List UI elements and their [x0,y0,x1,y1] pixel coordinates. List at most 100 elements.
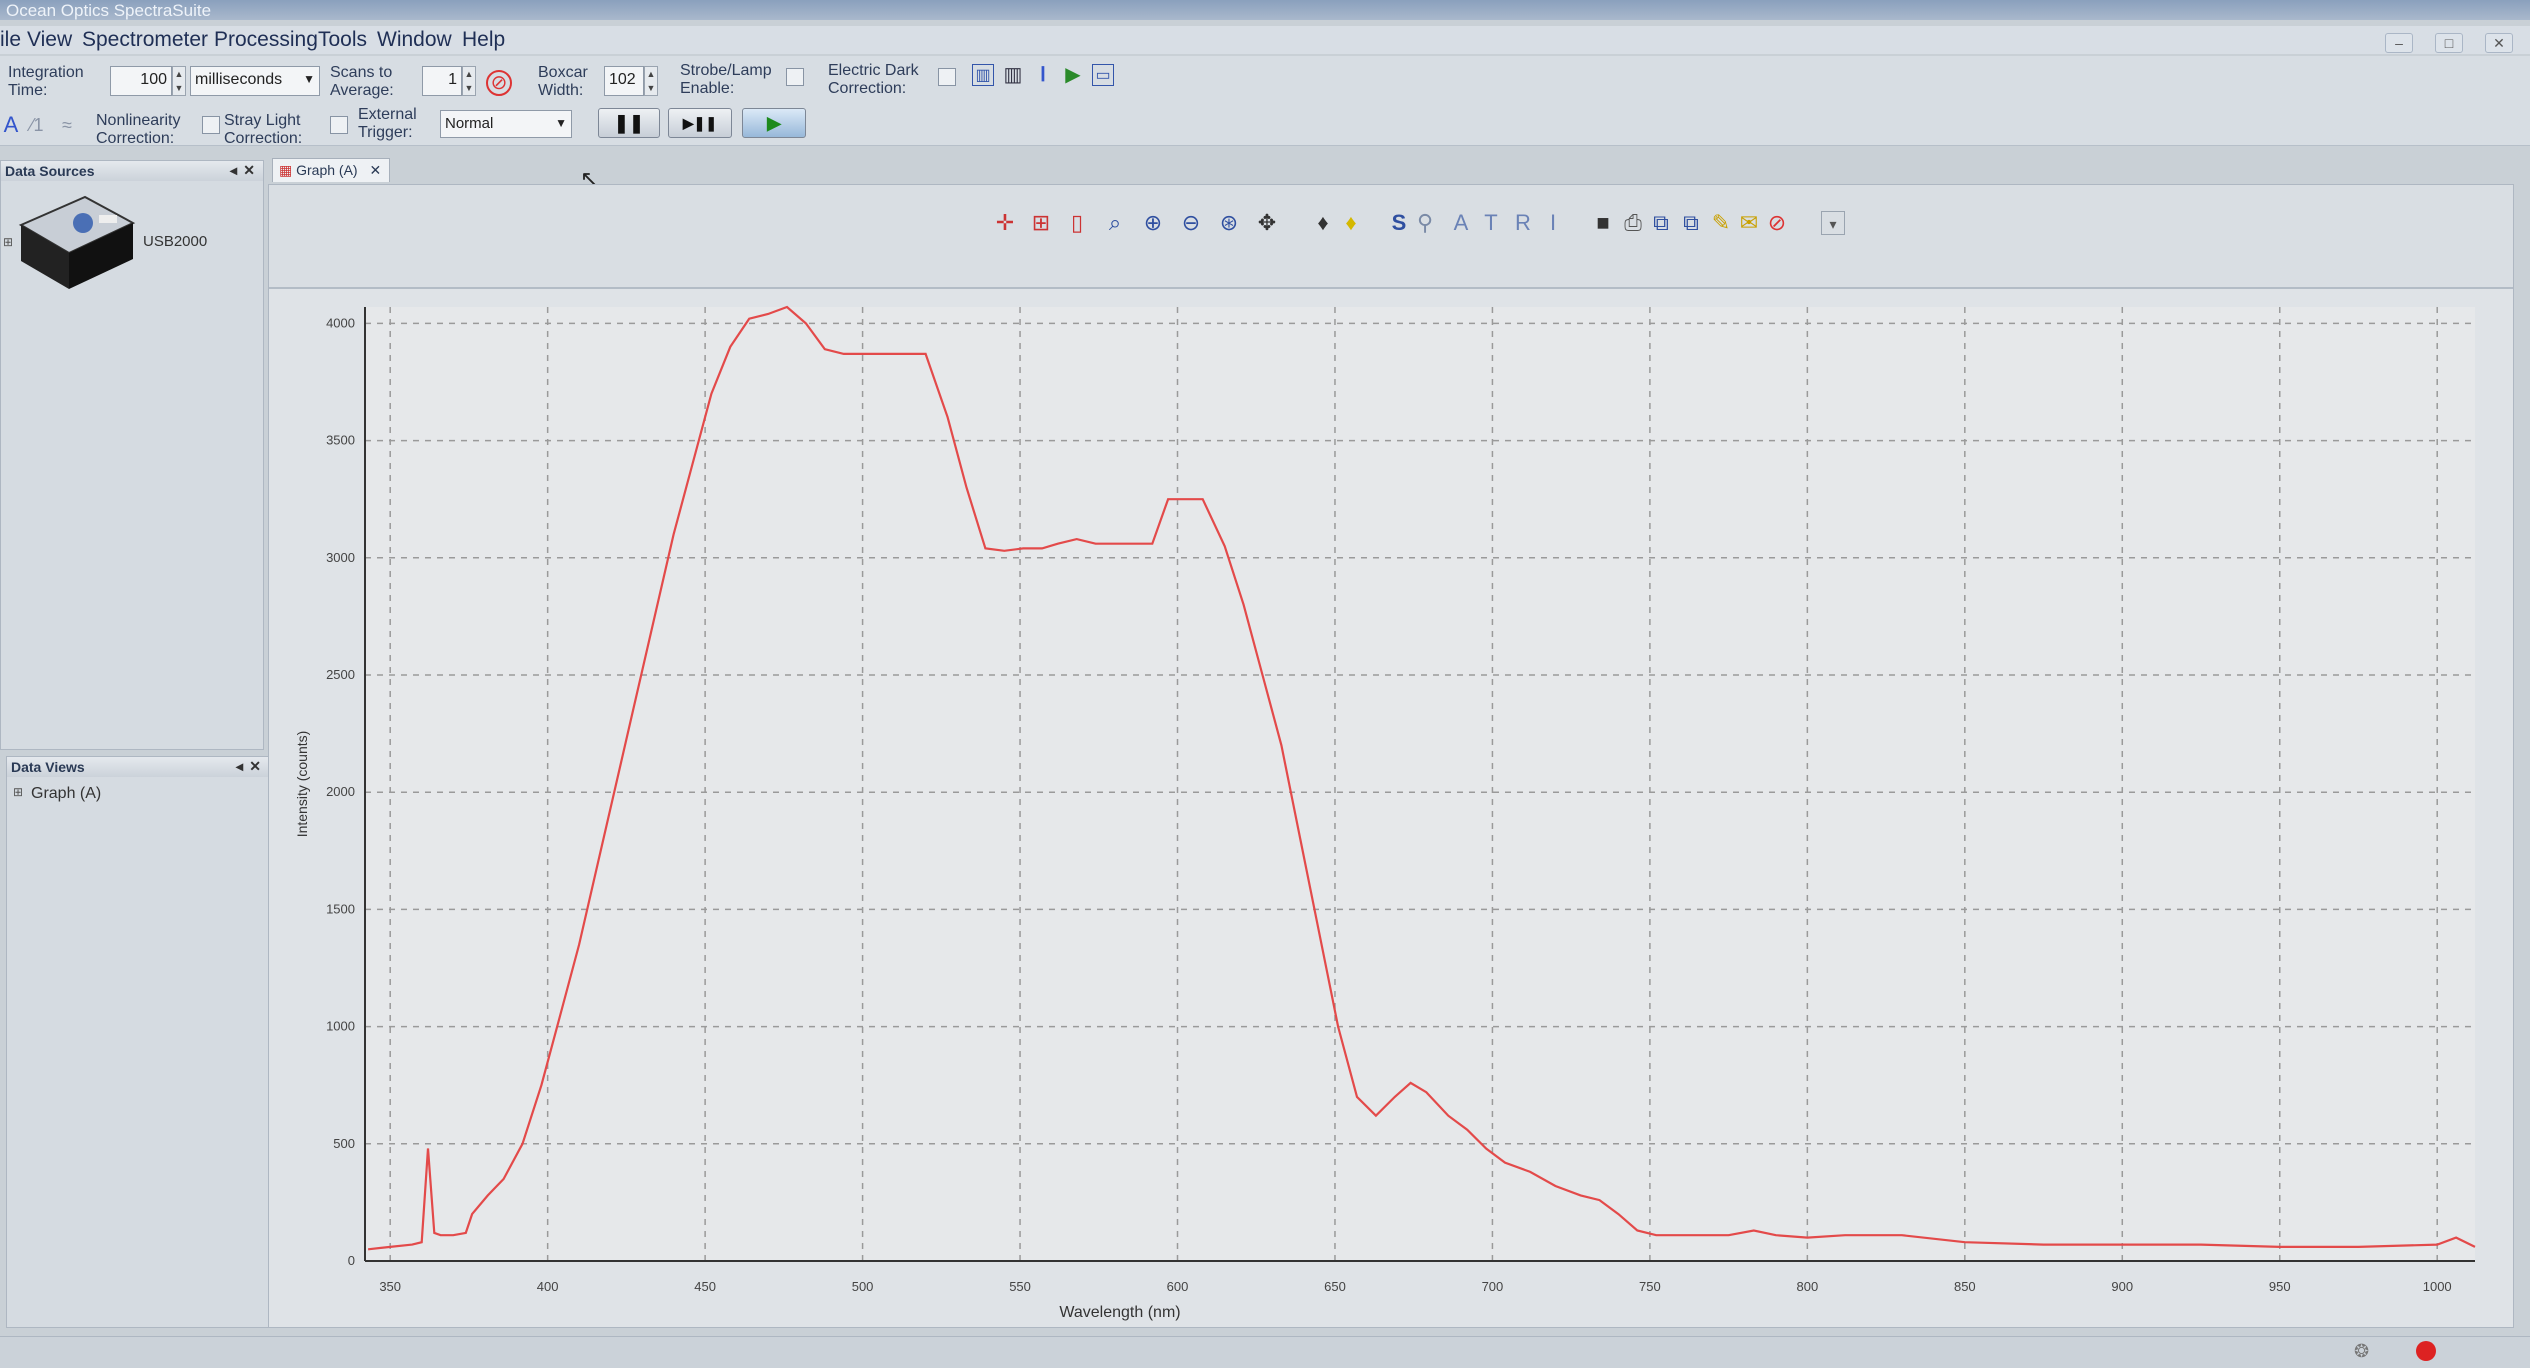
convert-icon[interactable]: ✉ [1737,211,1761,235]
print-icon[interactable]: ⎙ [1621,211,1645,235]
copy-icon[interactable]: ⧉ [1649,211,1673,235]
paste-icon[interactable]: ⧉ [1679,211,1703,235]
maximize-button[interactable]: □ [2435,33,2463,53]
zoom-in-icon[interactable]: ⊕ [1141,211,1165,235]
close-icon[interactable]: ✕ [369,162,381,178]
pin-icon[interactable]: ◂ [230,162,237,179]
integration-spinner[interactable]: ▲ ▼ [172,66,186,96]
integration-time-label: Integration Time: [8,64,84,99]
stray-light-label: Stray Light Correction: [224,112,303,147]
save-icon[interactable]: ■ [1591,211,1615,235]
y-tick-label: 2000 [326,784,355,799]
delete-icon[interactable]: ⊘ [1765,211,1789,235]
window-icon[interactable]: ▭ [1092,64,1114,86]
menu-view[interactable]: View [27,28,72,52]
y-tick-label: 1000 [326,1019,355,1034]
menu-help[interactable]: Help [462,28,505,52]
bulb-icon[interactable]: ♦ [1339,211,1363,235]
spectrum-view-icon[interactable]: ▥ [972,64,994,86]
grid-icon[interactable]: ⊞ [1029,211,1053,235]
menu-spectrometer[interactable]: Spectrometer [82,28,208,52]
pan-icon[interactable]: ✥ [1255,211,1279,235]
graph-tab-label: Graph (A) [296,162,358,178]
close-icon[interactable]: ✕ [249,758,261,775]
data-sources-header: Data Sources ◂ ✕ [1,161,263,181]
x-tick-label: 900 [2111,1279,2133,1294]
scale-button[interactable]: S [1387,211,1411,235]
columns-icon[interactable]: ▥ [1002,64,1024,86]
scans-spinner[interactable]: ▲ ▼ [462,66,476,96]
transmission-button[interactable]: T [1479,211,1503,235]
x-tick-label: 650 [1324,1279,1346,1294]
electric-dark-checkbox[interactable] [938,68,956,86]
external-trigger-label: External Trigger: [358,106,417,141]
overlay-icon[interactable]: ✎ [1709,211,1733,235]
cursor-t-icon[interactable]: Ⅰ [1032,64,1054,86]
y-tick-label: 3500 [326,433,355,448]
font-a-icon[interactable]: A [0,114,22,136]
boxcar-input[interactable]: 102 [604,66,644,96]
chevron-down-icon[interactable]: ▾ [1821,211,1845,235]
tab-graph-a[interactable]: ▦ Graph (A) ✕ [272,158,390,182]
zoom-icon[interactable]: ⌕ [1103,211,1127,235]
boxcar-label: Boxcar Width: [538,64,588,99]
integration-unit-select[interactable]: milliseconds ▼ [190,66,320,96]
expand-icon[interactable]: ⊞ [3,235,13,249]
menu-window[interactable]: Window [377,28,452,52]
nonlinearity-checkbox[interactable] [202,116,220,134]
status-red-icon [2416,1341,2436,1361]
y-tick-label: 1500 [326,901,355,916]
y-axis-label: Intensity (counts) [294,731,310,838]
pause-button[interactable]: ❚❚ [598,108,660,138]
close-button[interactable]: ✕ [2485,33,2513,53]
strobe-label: Strobe/Lamp Enable: [680,62,772,97]
boxcar-spinner[interactable]: ▲ ▼ [644,66,658,96]
spectrum-chart[interactable]: 350 400 450 500 550 600 650 700 750 800 850 900 950 1… [285,295,2485,1321]
plot-background [365,307,2475,1261]
window-title: Ocean Optics SpectraSuite [6,1,212,20]
x-tick-label: 350 [379,1279,401,1294]
network-icon: ❂ [2354,1341,2370,1361]
minimize-button[interactable]: – [2385,33,2413,53]
marker-icon[interactable]: ♦ [1311,211,1335,235]
stop-icon[interactable]: ⊘ [486,70,512,96]
close-icon[interactable]: ✕ [243,162,255,179]
data-view-item[interactable]: Graph (A) [31,785,101,803]
device-label[interactable]: USB2000 [143,233,207,250]
wave-icon[interactable]: ≈ [56,114,78,136]
select-icon[interactable]: ✛ [993,211,1017,235]
x-tick-label: 500 [852,1279,874,1294]
single-acquire-button[interactable]: ▶❚❚ [668,108,732,138]
data-views-panel: Data Views ◂ ✕ ⊞ Graph (A) [6,756,270,1328]
menu-file[interactable]: ile [0,28,21,52]
y-tick-label: 500 [333,1136,355,1151]
x-tick-label: 950 [2269,1279,2291,1294]
flag-icon[interactable]: ▶ [1062,64,1084,86]
x-tick-label: 400 [537,1279,559,1294]
y-tick-label: 3000 [326,550,355,565]
bars-icon[interactable]: ▯ [1065,211,1089,235]
expand-icon[interactable]: ⊞ [13,785,23,799]
scans-input[interactable]: 1 [422,66,462,96]
y-tick-label: 0 [348,1253,355,1268]
pin-icon[interactable]: ◂ [236,758,243,775]
play-button[interactable]: ▶ [742,108,806,138]
absorbance-button[interactable]: A [1449,211,1473,235]
peak-icon[interactable]: ⚲ [1413,211,1437,235]
integration-time-input[interactable]: 100 [110,66,172,96]
edit-icon[interactable]: ⁄1 [26,114,48,136]
chevron-down-icon: ▼ [303,72,315,86]
zoom-out-icon[interactable]: ⊖ [1179,211,1203,235]
menu-tools[interactable]: Tools [318,28,367,52]
spectrometer-device-icon[interactable] [15,189,139,295]
x-tick-label: 1000 [2423,1279,2452,1294]
trigger-mode-select[interactable]: Normal ▼ [440,110,572,138]
menu-processing[interactable]: Processing [214,28,318,52]
irradiance-button[interactable]: I [1541,211,1565,235]
reflection-button[interactable]: R [1511,211,1535,235]
integration-unit-value: milliseconds [195,71,283,88]
strobe-checkbox[interactable] [786,68,804,86]
zoom-fit-icon[interactable]: ⊛ [1217,211,1241,235]
stray-light-checkbox[interactable] [330,116,348,134]
x-tick-label: 450 [694,1279,716,1294]
